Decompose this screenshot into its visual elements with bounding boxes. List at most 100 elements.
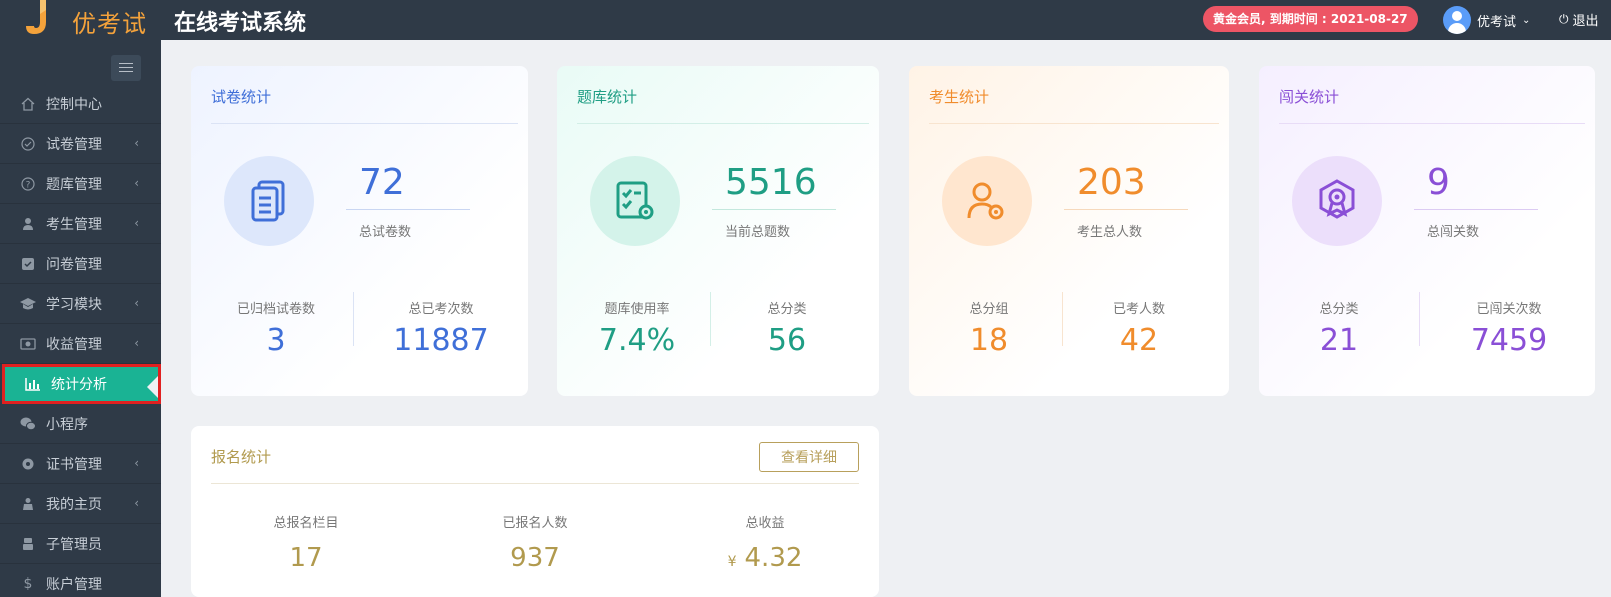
certificate-icon <box>20 456 36 472</box>
divider <box>1062 292 1063 346</box>
divider <box>346 209 470 210</box>
total-groups-stat: 总分组 18 <box>929 298 1049 358</box>
sidebar-item-label: 统计分析 <box>51 377 107 393</box>
person-home-icon <box>20 496 36 512</box>
graduation-cap-icon <box>20 296 36 312</box>
sidebar-item-examinee-management[interactable]: 考生管理 ‹ <box>0 204 161 244</box>
sidebar-item-revenue-management[interactable]: 收益管理 ‹ <box>0 324 161 364</box>
divider <box>353 292 354 346</box>
stat-value: 21 <box>1319 323 1359 358</box>
signup-stats-card: 报名统计 查看详细 总报名栏目 17 已报名人数 937 总收益 ¥4.32 <box>191 426 879 597</box>
stat-value: 18 <box>969 323 1009 358</box>
home-icon <box>20 96 36 112</box>
chevron-left-icon: ‹ <box>134 296 139 310</box>
stat-label: 已报名人数 <box>502 516 568 531</box>
signed-up-count-stat: 已报名人数 937 <box>435 512 635 573</box>
total-questions-label: 当前总题数 <box>725 225 791 240</box>
total-signup-columns-stat: 总报名栏目 17 <box>206 512 406 573</box>
sidebar-item-label: 账户管理 <box>46 576 102 593</box>
challenge-stats-card: 闯关统计 9 总闯关数 总分类 21 已闯关次数 7459 <box>1259 66 1595 396</box>
sidebar-item-label: 考生管理 <box>46 216 102 233</box>
bar-chart-icon <box>25 376 41 392</box>
card-title: 考生统计 <box>929 88 990 106</box>
stat-value: 7.4% <box>598 323 676 358</box>
paper-icon <box>224 156 314 246</box>
archived-papers-stat: 已归档试卷数 3 <box>211 298 341 358</box>
chevron-left-icon: ‹ <box>134 176 139 190</box>
stat-value: 3 <box>266 323 286 358</box>
total-papers-value: 72 <box>359 162 405 203</box>
stat-value: 42 <box>1119 323 1159 358</box>
sidebar-item-label: 学习模块 <box>46 296 102 313</box>
stat-value: 17 <box>289 543 323 573</box>
total-examinees-value: 203 <box>1077 162 1146 203</box>
chevron-left-icon: ‹ <box>134 216 139 230</box>
question-bank-stats-card: 题库统计 5516 当前总题数 题库使用率 7.4% 总分类 56 <box>557 66 879 396</box>
sidebar-item-learning-module[interactable]: 学习模块 ‹ <box>0 284 161 324</box>
view-details-button[interactable]: 查看详细 <box>759 442 859 472</box>
svg-text:?: ? <box>26 180 31 190</box>
divider <box>1279 123 1585 124</box>
examinee-stats-card: 考生统计 203 考生总人数 总分组 18 已考人数 42 <box>909 66 1229 396</box>
challenge-categories-stat: 总分类 21 <box>1279 298 1399 358</box>
total-exams-stat: 总已考次数 11887 <box>371 298 511 358</box>
member-badge[interactable]: 黄金会员, 到期时间 : 2021-08-27 <box>1203 6 1418 32</box>
sidebar-item-label: 问卷管理 <box>46 256 102 273</box>
card-title: 试卷统计 <box>211 88 272 106</box>
bank-categories-stat: 总分类 56 <box>727 298 847 358</box>
challenge-attempts-stat: 已闯关次数 7459 <box>1439 298 1579 358</box>
sidebar-item-statistics[interactable]: 统计分析 <box>2 364 161 404</box>
sidebar-item-control-center[interactable]: 控制中心 <box>0 84 161 124</box>
question-bank-icon <box>590 156 680 246</box>
sidebar-item-certificate-management[interactable]: 证书管理 ‹ <box>0 444 161 484</box>
sidebar-item-sub-admin[interactable]: 子管理员 <box>0 524 161 564</box>
stat-label: 已考人数 <box>1112 302 1165 317</box>
chevron-down-icon: ⌄ <box>1522 14 1531 26</box>
hamburger-line <box>119 67 133 68</box>
stat-label: 题库使用率 <box>604 302 670 317</box>
menu-toggle-button[interactable] <box>111 55 141 81</box>
logout-button[interactable]: ⏻ 退出 <box>1559 10 1599 29</box>
sidebar: 控制中心 试卷管理 ‹ ? 题库管理 ‹ 考生管理 ‹ 问卷管理 学习模块 ‹ … <box>0 40 161 597</box>
divider <box>712 209 836 210</box>
sidebar-item-label: 子管理员 <box>46 536 102 553</box>
sidebar-item-mini-program[interactable]: 小程序 <box>0 404 161 444</box>
divider <box>929 123 1219 124</box>
total-papers-label: 总试卷数 <box>359 225 412 240</box>
chevron-left-icon: ‹ <box>134 496 139 510</box>
divider <box>577 123 869 124</box>
wechat-icon <box>20 416 36 432</box>
stat-label: 总收益 <box>745 516 785 531</box>
sidebar-item-account-management[interactable]: $ 账户管理 <box>0 564 161 597</box>
stat-value: ¥4.32 <box>665 543 865 573</box>
examined-count-stat: 已考人数 42 <box>1079 298 1199 358</box>
sidebar-item-label: 小程序 <box>46 416 88 433</box>
logout-label: 退出 <box>1572 14 1599 29</box>
hamburger-line <box>119 71 133 72</box>
stat-label: 总分类 <box>1319 302 1359 317</box>
logo-icon <box>26 0 46 34</box>
divider <box>211 483 859 484</box>
sidebar-item-paper-management[interactable]: 试卷管理 ‹ <box>0 124 161 164</box>
bank-usage-stat: 题库使用率 7.4% <box>577 298 697 358</box>
sidebar-item-label: 收益管理 <box>46 336 102 353</box>
sidebar-item-my-homepage[interactable]: 我的主页 ‹ <box>0 484 161 524</box>
sidebar-item-label: 试卷管理 <box>46 136 102 153</box>
user-name: 优考试 <box>1477 14 1517 30</box>
sidebar-item-label: 证书管理 <box>46 456 102 473</box>
user-menu[interactable]: 优考试 ⌄ <box>1443 5 1530 35</box>
question-circle-icon: ? <box>20 176 36 192</box>
top-header: 优考试 在线考试系统 黄金会员, 到期时间 : 2021-08-27 优考试 ⌄… <box>0 0 1611 40</box>
sidebar-item-survey-management[interactable]: 问卷管理 <box>0 244 161 284</box>
check-circle-icon <box>20 136 36 152</box>
logo-text: 优考试 <box>72 10 147 38</box>
sidebar-item-label: 题库管理 <box>46 176 102 193</box>
revenue-amount: 4.32 <box>744 543 803 573</box>
checkbox-icon <box>20 256 36 272</box>
paper-stats-card: 试卷统计 72 总试卷数 已归档试卷数 3 总已考次数 11887 <box>191 66 528 396</box>
stat-label: 总报名栏目 <box>273 516 339 531</box>
sidebar-item-question-bank[interactable]: ? 题库管理 ‹ <box>0 164 161 204</box>
stat-value: 937 <box>510 543 560 573</box>
card-title: 报名统计 <box>211 448 272 466</box>
currency-symbol: ¥ <box>727 554 737 570</box>
